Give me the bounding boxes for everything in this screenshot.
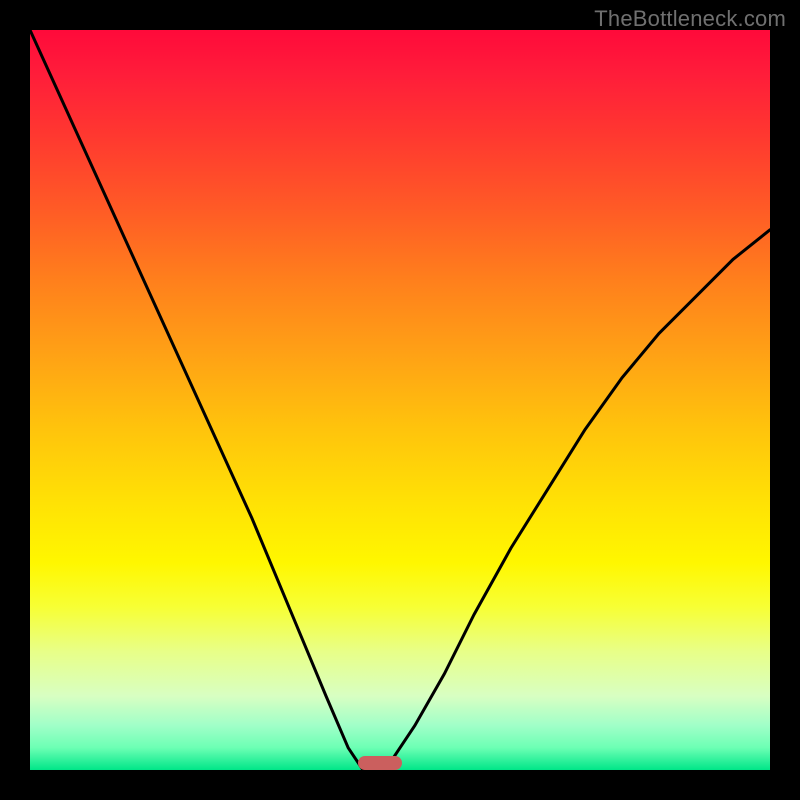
right-curve <box>385 230 770 770</box>
optimal-marker <box>358 756 402 770</box>
watermark-text: TheBottleneck.com <box>594 6 786 32</box>
chart-plot-area <box>30 30 770 770</box>
bottleneck-curves <box>30 30 770 770</box>
left-curve <box>30 30 363 770</box>
